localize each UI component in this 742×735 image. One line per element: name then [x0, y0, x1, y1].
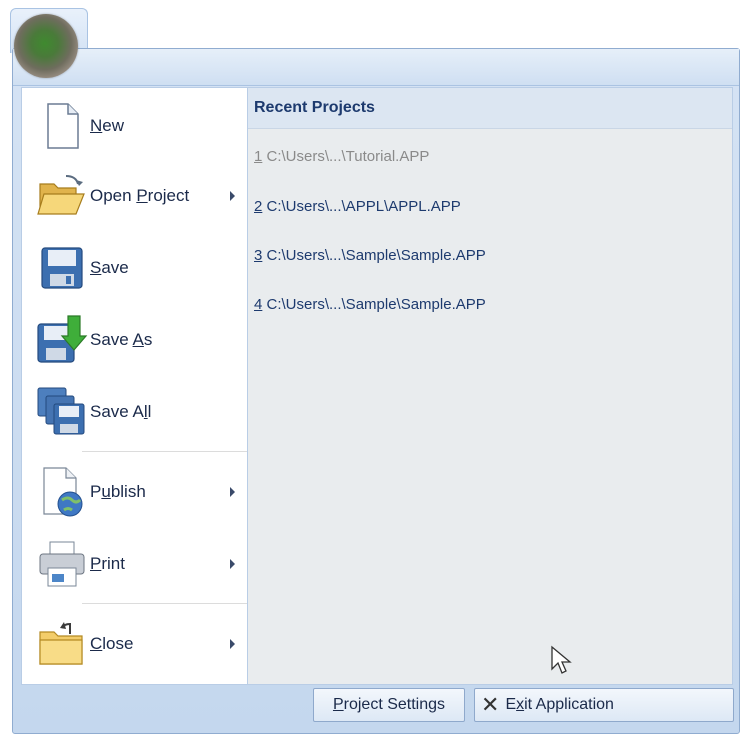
new-document-icon [47, 103, 79, 149]
menu-separator [82, 603, 248, 605]
save-label: Save [90, 258, 129, 277]
recent-projects-title: Recent Projects [254, 99, 375, 116]
close-folder-icon [39, 622, 83, 665]
save-as-command[interactable]: Save As [22, 308, 248, 372]
save-command[interactable]: Save [22, 236, 248, 300]
submenu-arrow-icon [230, 559, 235, 569]
recent-project-item[interactable]: 1 C:\Users\...\Tutorial.APP [254, 148, 429, 165]
new-label: New [90, 116, 125, 135]
open-project-label: Open Project [90, 186, 190, 205]
recent-project-item[interactable]: 3 C:\Users\...\Sample\Sample.APP [254, 247, 486, 264]
recent-projects-pane: Recent Projects 1 C:\Users\...\Tutorial.… [247, 87, 733, 685]
close-command[interactable]: Close [22, 612, 248, 676]
publish-command[interactable]: Publish [22, 460, 248, 524]
print-label: Print [90, 554, 125, 573]
publish-label: Publish [90, 482, 146, 501]
save-as-label: Save As [90, 330, 153, 349]
submenu-arrow-icon [230, 487, 235, 497]
submenu-arrow-icon [230, 191, 235, 201]
close-x-icon: ✕ [481, 692, 500, 717]
application-orb-button[interactable] [14, 14, 78, 78]
submenu-arrow-icon [230, 639, 235, 649]
open-folder-icon [37, 175, 85, 215]
menu-separator [82, 451, 248, 453]
publish-globe-icon [43, 467, 83, 517]
project-settings-button[interactable]: Project Settings [313, 688, 465, 722]
recent-project-item[interactable]: 2 C:\Users\...\APPL\APPL.APP [254, 198, 461, 215]
command-pane: New Open Project Save Save As Save All P… [21, 87, 248, 685]
save-as-icon [37, 315, 88, 363]
recent-project-item[interactable]: 4 C:\Users\...\Sample\Sample.APP [254, 296, 486, 313]
open-project-command[interactable]: Open Project [22, 164, 248, 228]
save-all-label: Save All [90, 402, 152, 421]
application-menu: New Open Project Save Save As Save All P… [12, 48, 740, 734]
save-icon [41, 247, 83, 289]
save-all-command[interactable]: Save All [22, 380, 248, 444]
mouse-pointer-icon [551, 645, 572, 674]
save-all-icon [37, 387, 85, 435]
print-command[interactable]: Print [22, 532, 248, 596]
new-command[interactable]: New [22, 94, 248, 158]
close-label: Close [90, 634, 134, 653]
menu-top-bar [13, 49, 739, 86]
recent-projects-header: Recent Projects [248, 88, 732, 129]
printer-icon [39, 541, 85, 587]
exit-application-button[interactable]: ✕ Ex it Application [474, 688, 734, 722]
